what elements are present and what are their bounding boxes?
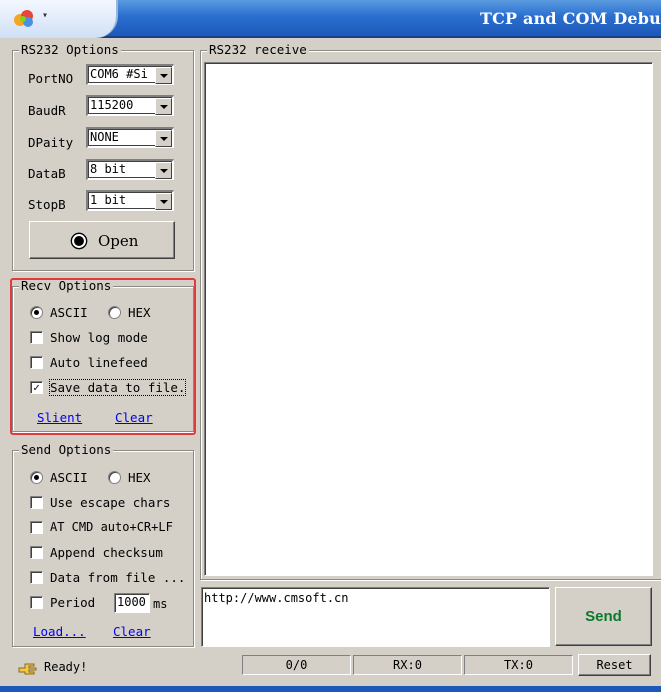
send-button[interactable]: Send [555, 587, 652, 646]
baud-select[interactable]: 115200 [86, 95, 174, 116]
recv-ascii-label: ASCII [50, 305, 88, 320]
recv-hex-label: HEX [128, 305, 151, 320]
port-select-value: COM6 #Si [90, 67, 148, 81]
auto-linefeed-checkbox[interactable] [30, 356, 43, 369]
send-hex-radio[interactable] [108, 471, 121, 484]
at-cmd-label: AT CMD auto+CR+LF [50, 520, 173, 534]
silent-link[interactable]: Slient [37, 410, 82, 425]
send-options-legend: Send Options [19, 442, 114, 458]
databits-label: DataB [28, 166, 66, 181]
window-title: TCP and COM Debu [479, 9, 661, 28]
recv-hex-radio[interactable] [108, 306, 121, 319]
send-clear-link[interactable]: Clear [113, 624, 151, 639]
show-log-label: Show log mode [50, 330, 148, 345]
period-unit: ms [153, 597, 168, 611]
window-bottom-border [0, 686, 661, 692]
open-port-button[interactable]: Open [29, 221, 175, 259]
status-counter-value: 0/0 [285, 658, 308, 672]
recv-clear-link[interactable]: Clear [115, 410, 153, 425]
stopbits-select-value: 1 bit [90, 193, 127, 207]
baud-select-value: 115200 [90, 98, 134, 112]
save-to-file-checkbox[interactable]: ✓ [30, 381, 43, 394]
port-select[interactable]: COM6 #Si [86, 64, 174, 85]
escape-chars-checkbox[interactable] [30, 496, 43, 509]
chevron-down-icon[interactable] [155, 67, 172, 84]
status-ready-text: Ready! [44, 660, 88, 674]
send-ascii-label: ASCII [50, 470, 88, 485]
send-hex-label: HEX [128, 470, 151, 485]
parity-label: DPaity [28, 135, 74, 150]
stopbits-select[interactable]: 1 bit [86, 190, 174, 211]
chevron-down-icon[interactable] [155, 193, 172, 210]
recv-ascii-radio[interactable] [30, 306, 43, 319]
period-checkbox[interactable] [30, 596, 43, 609]
chevron-down-icon[interactable] [155, 162, 172, 179]
save-to-file-label: Save data to file. [48, 379, 187, 396]
app-logo-icon [14, 10, 33, 27]
app-menu-button[interactable]: ▾ [0, 0, 118, 38]
send-input[interactable]: http://www.cmsoft.cn [201, 587, 550, 647]
send-input-value: http://www.cmsoft.cn [204, 591, 349, 605]
parity-select-value: NONE [90, 130, 119, 144]
rs232-options-legend: RS232 Options [19, 42, 121, 58]
pointing-hand-icon [18, 663, 37, 675]
title-bar: ▾ TCP and COM Debu [0, 0, 661, 38]
send-ascii-radio[interactable] [30, 471, 43, 484]
status-counter: 0/0 [242, 655, 351, 675]
load-link[interactable]: Load... [33, 624, 86, 639]
databits-select-value: 8 bit [90, 162, 127, 176]
period-input-value: 1000 [117, 595, 146, 609]
data-from-file-label: Data from file ... [50, 570, 186, 585]
data-from-file-checkbox[interactable] [30, 571, 43, 584]
at-cmd-checkbox[interactable] [30, 521, 43, 534]
open-button-label: Open [98, 232, 139, 250]
escape-chars-label: Use escape chars [50, 495, 171, 510]
chevron-down-icon[interactable] [155, 98, 172, 115]
reset-button[interactable]: Reset [578, 654, 651, 676]
receive-legend: RS232 receive [207, 42, 309, 58]
append-checksum-checkbox[interactable] [30, 546, 43, 559]
chevron-down-icon: ▾ [42, 10, 49, 21]
status-rx-value: RX:0 [393, 658, 422, 672]
auto-linefeed-label: Auto linefeed [50, 355, 148, 370]
show-log-checkbox[interactable] [30, 331, 43, 344]
status-tx-value: TX:0 [504, 658, 533, 672]
status-rx: RX:0 [353, 655, 462, 675]
baud-label: BaudR [28, 103, 66, 118]
status-tx: TX:0 [464, 655, 573, 675]
databits-select[interactable]: 8 bit [86, 159, 174, 180]
port-label: PortNO [28, 71, 74, 86]
period-input[interactable]: 1000 [114, 593, 150, 613]
stopbits-label: StopB [28, 197, 66, 212]
radio-dot-icon [70, 232, 88, 250]
reset-button-label: Reset [596, 658, 633, 672]
receive-textarea[interactable] [204, 62, 653, 576]
period-label: Period [50, 595, 96, 610]
parity-select[interactable]: NONE [86, 127, 174, 148]
chevron-down-icon[interactable] [155, 130, 172, 147]
append-checksum-label: Append checksum [50, 545, 163, 560]
send-button-label: Send [585, 608, 622, 625]
